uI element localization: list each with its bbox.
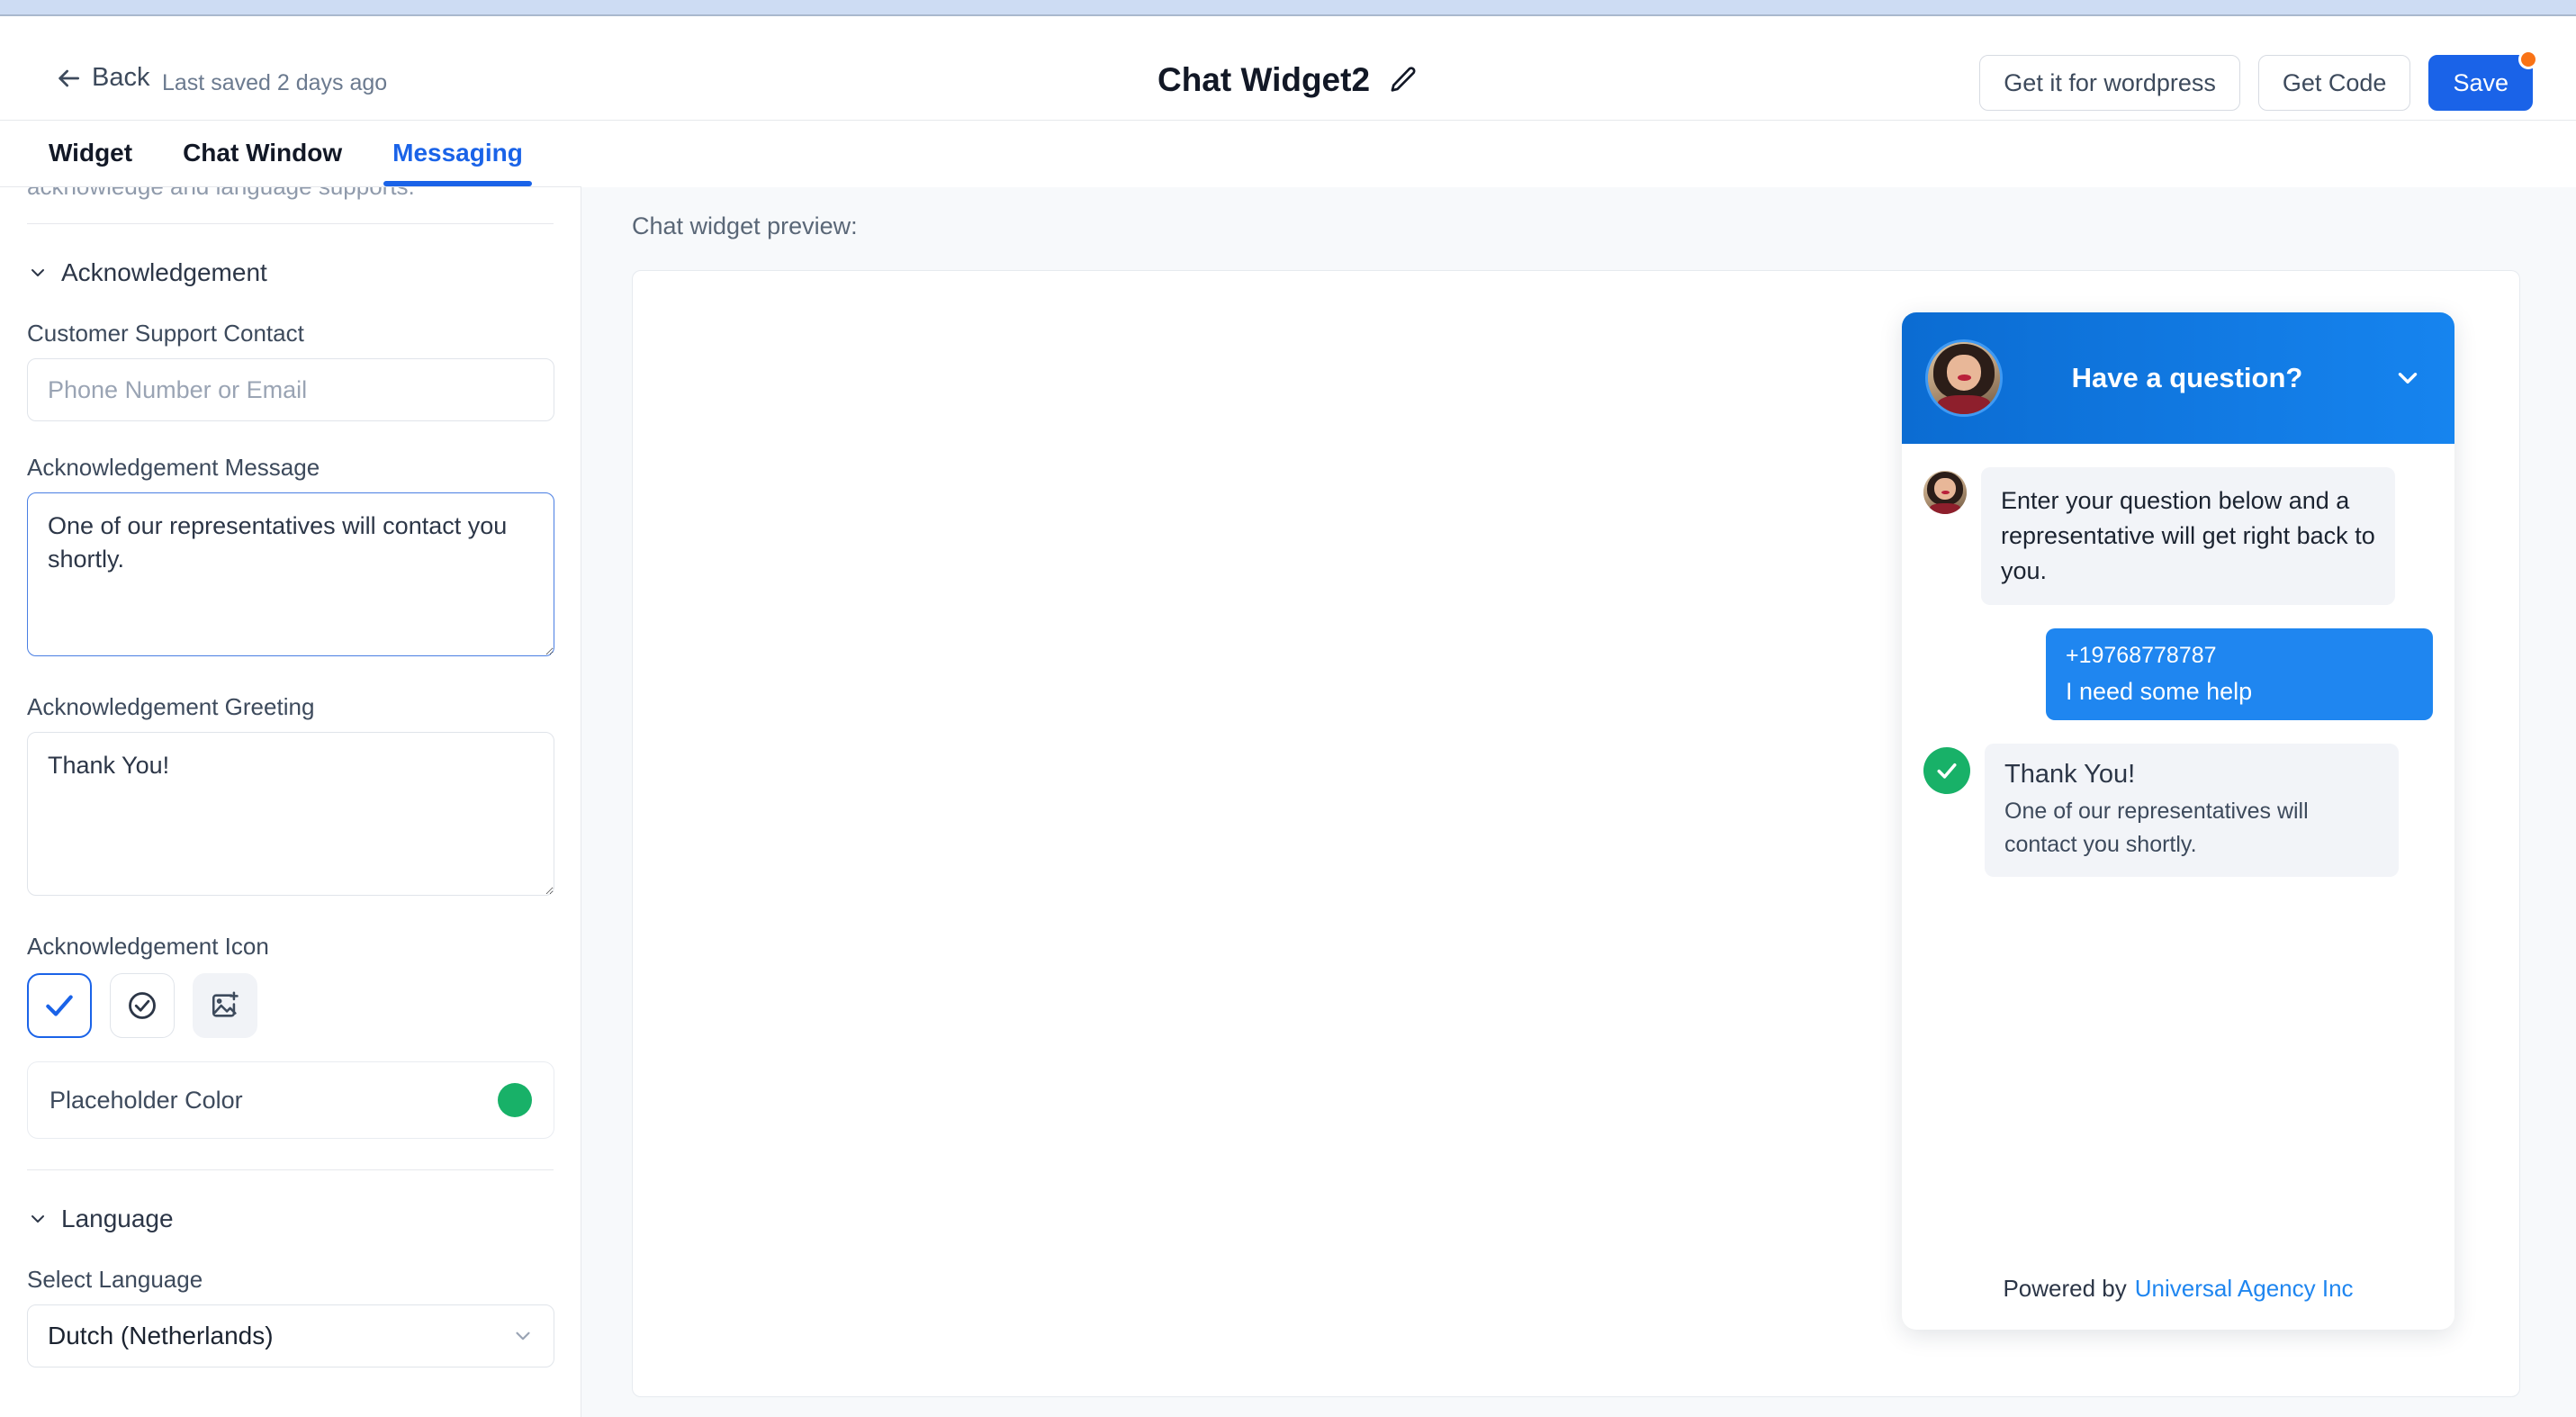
agent-photo — [1923, 471, 1967, 514]
sidebar-divider-top — [27, 223, 554, 224]
message-agent: Enter your question below and a represen… — [1923, 467, 2433, 606]
app-root: Back Last saved 2 days ago Chat Widget2 … — [0, 0, 2576, 1417]
header-actions: Get it for wordpress Get Code Save — [1979, 50, 2538, 111]
label-acknowledgement-message: Acknowledgement Message — [27, 454, 320, 481]
chevron-down-icon — [2398, 373, 2418, 384]
chat-widget-header: Have a question? — [1902, 312, 2454, 444]
message-user: +19768778787 I need some help — [1923, 628, 2433, 721]
app-header: Back Last saved 2 days ago Chat Widget2 … — [0, 18, 2576, 121]
last-saved-text: Last saved 2 days ago — [162, 70, 388, 95]
section-header-language[interactable]: Language — [27, 1205, 554, 1233]
settings-tabbar: Widget Chat Window Messaging — [0, 121, 581, 187]
acknowledgement-greeting-textarea[interactable] — [27, 732, 554, 896]
sidebar-divider-language — [27, 1169, 554, 1170]
section-label-acknowledgement: Acknowledgement — [61, 258, 267, 286]
preview-label: Chat widget preview: — [632, 212, 858, 239]
page-title: Chat Widget2 — [1157, 61, 1371, 98]
settings-sidebar[interactable]: acknowledge and language supports. Ackno… — [0, 187, 581, 1417]
check-icon — [46, 995, 73, 1016]
check-glyph — [1937, 763, 1957, 780]
select-language-dropdown[interactable]: Dutch (Netherlands) — [27, 1304, 554, 1367]
title-group: Chat Widget2 — [1157, 61, 1419, 99]
icon-option-check[interactable] — [27, 973, 92, 1038]
avatar — [1925, 339, 2003, 417]
label-select-language: Select Language — [27, 1266, 203, 1293]
get-it-for-wordpress-button[interactable]: Get it for wordpress — [1979, 55, 2240, 111]
tab-widget[interactable]: Widget — [23, 120, 158, 186]
save-button[interactable]: Save — [2428, 50, 2538, 111]
icon-option-image-upload[interactable] — [193, 973, 257, 1038]
avatar — [1923, 471, 1967, 514]
pencil-icon[interactable] — [1388, 65, 1419, 95]
acknowledgement-text-preview: One of our representatives will contact … — [2004, 799, 2309, 857]
save-button-label: Save — [2453, 68, 2508, 96]
get-code-button[interactable]: Get Code — [2257, 55, 2411, 111]
save-unsaved-badge — [2518, 50, 2538, 69]
section-label-language: Language — [61, 1205, 174, 1232]
message-bubble-agent: Enter your question below and a represen… — [1981, 467, 2395, 606]
acknowledgement-icon-choices — [27, 973, 554, 1038]
tab-messaging[interactable]: Messaging — [367, 120, 548, 186]
label-customer-support-contact: Customer Support Contact — [27, 320, 304, 347]
chevron-down-icon — [32, 269, 44, 276]
chat-widget-title: Have a question? — [2071, 362, 2303, 393]
acknowledgement-message-preview: Thank You! One of our representatives wi… — [1923, 744, 2433, 877]
chat-widget-footer: Powered by Universal Agency Inc — [1902, 1247, 2454, 1330]
select-language-value: Dutch (Netherlands) — [48, 1322, 274, 1349]
check-circle-icon — [1923, 747, 1970, 795]
collapse-button[interactable] — [2384, 363, 2431, 393]
placeholder-color-row[interactable]: Placeholder Color — [27, 1061, 554, 1139]
message-bubble-user: +19768778787 I need some help — [2046, 628, 2433, 721]
browser-chrome-strip — [0, 0, 2576, 16]
back-button[interactable]: Back — [54, 63, 149, 93]
acknowledgement-message-textarea[interactable] — [27, 492, 554, 656]
powered-by-label: Powered by — [2003, 1274, 2127, 1302]
section-description-clipped: acknowledge and language supports. — [27, 187, 554, 212]
acknowledgement-greeting-preview: Thank You! — [2004, 760, 2136, 790]
preview-canvas: Have a question? Enter your question bel… — [632, 270, 2520, 1397]
back-label: Back — [92, 63, 150, 92]
chat-widget-preview: Have a question? Enter your question bel… — [1902, 312, 2454, 1330]
tab-chat-window[interactable]: Chat Window — [158, 120, 367, 186]
arrow-left-icon — [59, 69, 79, 86]
icon-option-circle-check[interactable] — [110, 973, 175, 1038]
circle-check-icon — [129, 992, 156, 1019]
label-acknowledgement-icon: Acknowledgement Icon — [27, 933, 269, 960]
preview-panel: Chat widget preview: Have a question? En… — [581, 187, 2576, 1417]
customer-support-contact-input[interactable] — [27, 358, 554, 421]
chevron-down-icon — [32, 1215, 44, 1223]
user-phone-number: +19768778787 — [2066, 643, 2217, 669]
chat-widget-body: Enter your question below and a represen… — [1902, 444, 2454, 1247]
image-upload-icon — [212, 991, 239, 1017]
section-description-text: acknowledge and language supports. — [27, 187, 415, 201]
agent-photo — [1928, 342, 2000, 414]
acknowledgement-bubble: Thank You! One of our representatives wi… — [1985, 744, 2399, 877]
section-header-acknowledgement[interactable]: Acknowledgement — [27, 258, 554, 287]
label-acknowledgement-greeting: Acknowledgement Greeting — [27, 693, 315, 720]
placeholder-color-swatch[interactable] — [498, 1083, 532, 1117]
user-message-text: I need some help — [2066, 678, 2253, 706]
select-language-wrapper: Dutch (Netherlands) — [27, 1304, 554, 1367]
brand-link[interactable]: Universal Agency Inc — [2135, 1275, 2354, 1303]
placeholder-color-label: Placeholder Color — [50, 1086, 243, 1114]
